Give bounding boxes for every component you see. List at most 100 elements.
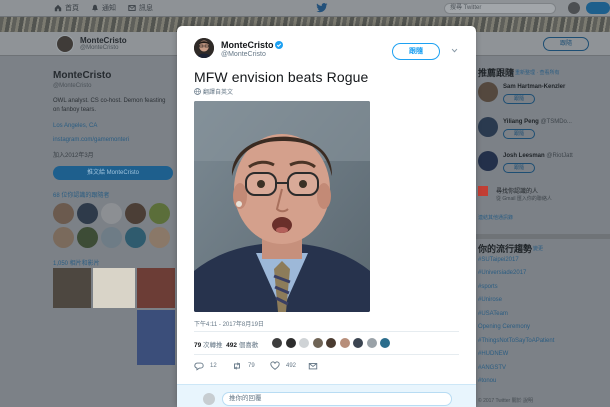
profile-nav-name: MonteCristo	[80, 36, 127, 45]
liker-avatar[interactable]	[365, 337, 378, 349]
heart-icon	[270, 361, 280, 370]
trend-item[interactable]: #ANGSTV	[478, 365, 506, 371]
trends-change-link[interactable]: · 變更	[530, 245, 543, 252]
like-count: 492	[286, 363, 297, 369]
liker-avatar[interactable]	[298, 337, 310, 349]
envelope-icon	[308, 363, 318, 370]
profile-location: Los Angeles, CA	[53, 123, 98, 129]
media-grid	[53, 268, 175, 407]
twitter-bird-icon[interactable]	[316, 2, 328, 14]
who-to-follow-title: 推薦跟隨	[478, 68, 515, 78]
tweet-photo-image	[194, 101, 370, 312]
verified-badge-icon	[275, 41, 283, 49]
compose-tweet-button[interactable]	[586, 2, 610, 14]
author-name[interactable]: MonteCristo	[221, 40, 274, 50]
follower-avatar[interactable]	[125, 227, 146, 248]
nav-messages[interactable]: 訊息	[128, 3, 153, 13]
followers-you-know-link[interactable]: 68 位你認識的跟隨者	[53, 190, 109, 199]
photos-videos-link[interactable]: 1,050 相片和影片	[53, 258, 100, 267]
trend-item[interactable]: #sports	[478, 284, 498, 290]
profile-name: MonteCristo	[53, 70, 112, 81]
liker-avatar[interactable]	[284, 337, 297, 349]
trend-item[interactable]: #SUTaipei2017	[478, 257, 519, 263]
profile-follow-button[interactable]: 跟隨	[543, 37, 589, 51]
retweets-count[interactable]: 79	[194, 342, 201, 349]
retweet-icon	[234, 362, 240, 370]
media-thumbnail[interactable]	[137, 310, 175, 365]
chevron-down-icon[interactable]	[451, 47, 458, 54]
author-handle[interactable]: @MonteCristo	[221, 51, 266, 58]
profile-handle: @MonteCristo	[53, 83, 92, 89]
gmail-icon	[478, 186, 488, 196]
follower-avatar[interactable]	[101, 203, 122, 224]
profile-joined-date: 加入2012年3月	[53, 153, 94, 159]
suggested-follow-button[interactable]: 跟隨	[503, 163, 535, 173]
suggested-account-name[interactable]: Sam Hartman-Kenzler	[503, 84, 565, 90]
profile-nav-handle: @MonteCristo	[80, 45, 119, 51]
profile-nav-avatar[interactable]	[56, 35, 74, 53]
suggested-follow-button[interactable]: 跟隨	[503, 94, 535, 104]
follower-avatar[interactable]	[149, 227, 170, 248]
nav-notifications[interactable]: 通知	[91, 3, 116, 13]
trend-item[interactable]: Opening Ceremony	[478, 324, 530, 330]
bell-icon	[92, 4, 98, 12]
suggested-account-handle: @RiotJatt	[546, 153, 573, 159]
follow-button[interactable]: 跟隨	[392, 43, 440, 60]
reply-action[interactable]: 12	[194, 361, 217, 371]
media-thumbnail[interactable]	[137, 268, 175, 308]
follower-avatar[interactable]	[125, 203, 146, 224]
suggested-follow-button[interactable]: 跟隨	[503, 129, 535, 139]
trend-item[interactable]: #Universiade2017	[478, 270, 526, 276]
trend-item[interactable]: #USATeam	[478, 311, 508, 317]
like-action[interactable]: 492	[270, 361, 296, 371]
tweet-photo[interactable]	[194, 101, 370, 312]
follower-avatar[interactable]	[149, 203, 170, 224]
retweet-action[interactable]: 79	[232, 361, 255, 371]
trend-item[interactable]: #tonou	[478, 378, 496, 384]
likes-count[interactable]: 492	[226, 342, 237, 349]
translate-tweet-link[interactable]: 翻譯自英文	[194, 87, 233, 96]
find-people-subtitle[interactable]: 從 Gmail 匯入你的聯絡人	[496, 195, 552, 202]
likers-avatars	[271, 337, 391, 349]
media-thumbnail[interactable]	[93, 268, 135, 308]
search-input[interactable]: 搜尋 Twitter	[444, 3, 556, 14]
divider	[194, 331, 459, 332]
follower-avatar[interactable]	[53, 203, 74, 224]
liker-avatar[interactable]	[379, 337, 391, 349]
reply-icon	[194, 362, 204, 371]
suggested-account-avatar[interactable]	[478, 117, 498, 137]
trend-item[interactable]: #ThingsNotToSayToAPatient	[478, 338, 554, 344]
follower-avatar[interactable]	[53, 227, 74, 248]
follower-avatar[interactable]	[77, 203, 98, 224]
author-avatar[interactable]	[194, 38, 214, 58]
liker-avatar[interactable]	[311, 337, 324, 349]
trend-item[interactable]: #HUDNEW	[478, 351, 508, 357]
trend-item[interactable]: #Unirose	[478, 297, 502, 303]
profile-website[interactable]: instagram.com/gamemonteri	[53, 137, 129, 143]
reply-input[interactable]: 推你的回覆	[222, 392, 452, 406]
account-avatar[interactable]	[568, 2, 580, 14]
liker-avatar[interactable]	[352, 337, 364, 349]
tweet-to-button[interactable]: 推文給 MonteCristo	[53, 166, 173, 180]
suggested-account-name-text: Josh Leesman	[503, 153, 545, 159]
retweets-label[interactable]: 次轉推	[203, 342, 223, 349]
connect-address-books-link[interactable]: 連結其他通訊錄	[478, 214, 513, 221]
follower-avatar[interactable]	[77, 227, 98, 248]
liker-avatar[interactable]	[325, 337, 337, 349]
follower-avatar[interactable]	[101, 227, 122, 248]
nav-home[interactable]: 首頁	[54, 3, 79, 13]
liker-avatar[interactable]	[338, 337, 351, 349]
who-to-follow-links[interactable]: · 重新整理 · 查看所有	[512, 69, 560, 76]
find-people-title[interactable]: 尋找你認識的人	[496, 186, 538, 195]
tweet-timestamp[interactable]: 下午4:11 - 2017年8月19日	[194, 319, 264, 328]
direct-message-action[interactable]	[308, 361, 318, 371]
media-thumbnail[interactable]	[53, 268, 91, 308]
likes-label[interactable]: 個喜歡	[239, 342, 259, 349]
footer-links[interactable]: © 2017 Twitter 關於 說明	[478, 397, 533, 404]
globe-icon	[194, 88, 201, 95]
suggested-account-avatar[interactable]	[478, 82, 498, 102]
suggested-account-name[interactable]: Josh Leesman @RiotJatt	[503, 153, 573, 159]
suggested-account-avatar[interactable]	[478, 151, 498, 171]
liker-avatar[interactable]	[271, 337, 283, 349]
suggested-account-name[interactable]: Yiliang Peng @TSMDo...	[503, 119, 572, 125]
